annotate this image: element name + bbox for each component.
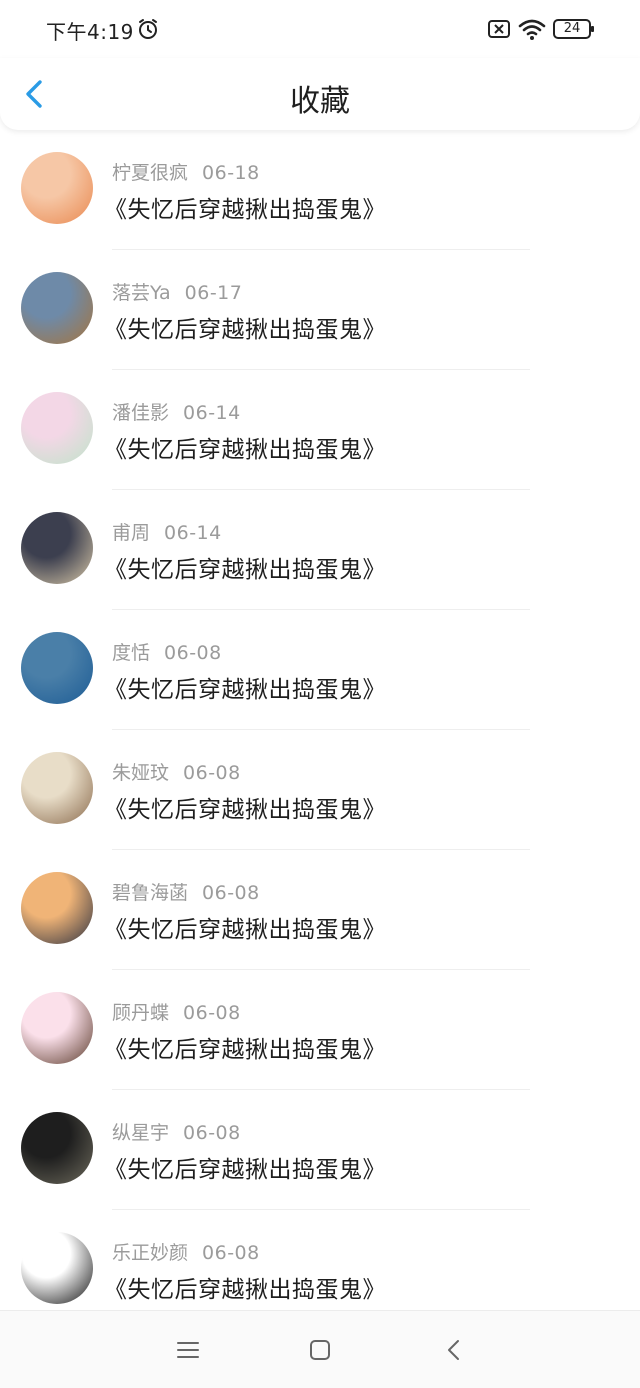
book-title: 《失忆后穿越揪出捣蛋鬼》 xyxy=(104,437,386,463)
book-title: 《失忆后穿越揪出捣蛋鬼》 xyxy=(104,1037,386,1063)
user-name: 顾丹蝶 xyxy=(112,1002,170,1024)
favorite-date: 06-14 xyxy=(183,402,241,424)
favorite-date: 06-17 xyxy=(184,282,243,304)
page-title: 收藏 xyxy=(290,84,350,119)
favorite-item[interactable]: 顾丹蝶 06-08 《失忆后穿越揪出捣蛋鬼》 xyxy=(0,970,640,1090)
header: 收藏 xyxy=(0,58,640,130)
favorite-date: 06-08 xyxy=(202,882,260,904)
favorite-date: 06-08 xyxy=(183,1002,241,1024)
user-name: 纵星宇 xyxy=(112,1122,170,1144)
user-avatar[interactable] xyxy=(21,1232,93,1304)
user-avatar[interactable] xyxy=(21,512,93,584)
book-title: 《失忆后穿越揪出捣蛋鬼》 xyxy=(104,797,386,823)
item-meta: 甫周 06-14 xyxy=(112,518,222,545)
book-title: 《失忆后穿越揪出捣蛋鬼》 xyxy=(104,677,386,703)
home-square-icon[interactable] xyxy=(307,1337,333,1363)
favorite-item[interactable]: 柠夏很疯 06-18 《失忆后穿越揪出捣蛋鬼》 xyxy=(0,130,640,250)
user-name: 甫周 xyxy=(112,522,151,544)
item-meta: 朱娅玟 06-08 xyxy=(112,758,241,785)
system-nav-bar xyxy=(0,1310,640,1388)
book-title: 《失忆后穿越揪出捣蛋鬼》 xyxy=(104,557,386,583)
user-avatar[interactable] xyxy=(21,152,93,224)
favorites-list: 柠夏很疯 06-18 《失忆后穿越揪出捣蛋鬼》 落芸Ya 06-17 《失忆后穿越揪… xyxy=(0,130,640,1310)
favorite-date: 06-18 xyxy=(202,162,260,184)
user-avatar[interactable] xyxy=(21,392,93,464)
user-avatar[interactable] xyxy=(21,272,93,344)
item-meta: 柠夏很疯 06-18 xyxy=(112,158,260,185)
status-bar: 下午4:19 24 xyxy=(0,0,640,58)
book-title: 《失忆后穿越揪出捣蛋鬼》 xyxy=(104,1157,386,1183)
favorite-date: 06-08 xyxy=(183,762,241,784)
book-title: 《失忆后穿越揪出捣蛋鬼》 xyxy=(104,1277,386,1303)
favorite-date: 06-14 xyxy=(164,522,222,544)
favorite-item[interactable]: 潘佳影 06-14 《失忆后穿越揪出捣蛋鬼》 xyxy=(0,370,640,490)
user-name: 乐正妙颜 xyxy=(112,1242,189,1264)
favorite-date: 06-08 xyxy=(183,1122,241,1144)
back-triangle-icon[interactable] xyxy=(441,1337,467,1363)
favorite-item[interactable]: 乐正妙颜 06-08 《失忆后穿越揪出捣蛋鬼》 xyxy=(0,1210,640,1310)
user-name: 度恬 xyxy=(112,642,151,664)
book-title: 《失忆后穿越揪出捣蛋鬼》 xyxy=(104,917,386,943)
user-name: 落芸Ya xyxy=(112,282,171,304)
favorite-date: 06-08 xyxy=(164,642,222,664)
favorite-item[interactable]: 甫周 06-14 《失忆后穿越揪出捣蛋鬼》 xyxy=(0,490,640,610)
item-meta: 碧鲁海菡 06-08 xyxy=(112,878,260,905)
user-avatar[interactable] xyxy=(21,752,93,824)
battery-level: 24 xyxy=(563,21,581,36)
user-avatar[interactable] xyxy=(21,992,93,1064)
alarm-icon xyxy=(139,19,157,39)
wifi-icon xyxy=(518,19,546,40)
favorite-item[interactable]: 碧鲁海菡 06-08 《失忆后穿越揪出捣蛋鬼》 xyxy=(0,850,640,970)
book-title: 《失忆后穿越揪出捣蛋鬼》 xyxy=(104,197,386,223)
favorite-item[interactable]: 度恬 06-08 《失忆后穿越揪出捣蛋鬼》 xyxy=(0,610,640,730)
menu-icon[interactable] xyxy=(175,1337,201,1363)
item-meta: 度恬 06-08 xyxy=(112,638,222,665)
user-avatar[interactable] xyxy=(21,632,93,704)
item-meta: 乐正妙颜 06-08 xyxy=(112,1238,260,1265)
user-name: 朱娅玟 xyxy=(112,762,170,784)
user-name: 潘佳影 xyxy=(112,402,170,424)
item-meta: 纵星宇 06-08 xyxy=(112,1118,241,1145)
sim-error-icon xyxy=(488,20,510,38)
user-avatar[interactable] xyxy=(21,872,93,944)
user-name: 碧鲁海菡 xyxy=(112,882,189,904)
favorite-item[interactable]: 落芸Ya 06-17 《失忆后穿越揪出捣蛋鬼》 xyxy=(0,250,640,370)
item-meta: 落芸Ya 06-17 xyxy=(112,278,242,305)
book-title: 《失忆后穿越揪出捣蛋鬼》 xyxy=(104,317,386,343)
favorite-date: 06-08 xyxy=(202,1242,260,1264)
user-avatar[interactable] xyxy=(21,1112,93,1184)
user-name: 柠夏很疯 xyxy=(112,162,189,184)
item-meta: 顾丹蝶 06-08 xyxy=(112,998,241,1025)
favorite-item[interactable]: 纵星宇 06-08 《失忆后穿越揪出捣蛋鬼》 xyxy=(0,1090,640,1210)
item-meta: 潘佳影 06-14 xyxy=(112,398,241,425)
favorite-item[interactable]: 朱娅玟 06-08 《失忆后穿越揪出捣蛋鬼》 xyxy=(0,730,640,850)
status-time: 下午4:19 xyxy=(46,20,134,44)
